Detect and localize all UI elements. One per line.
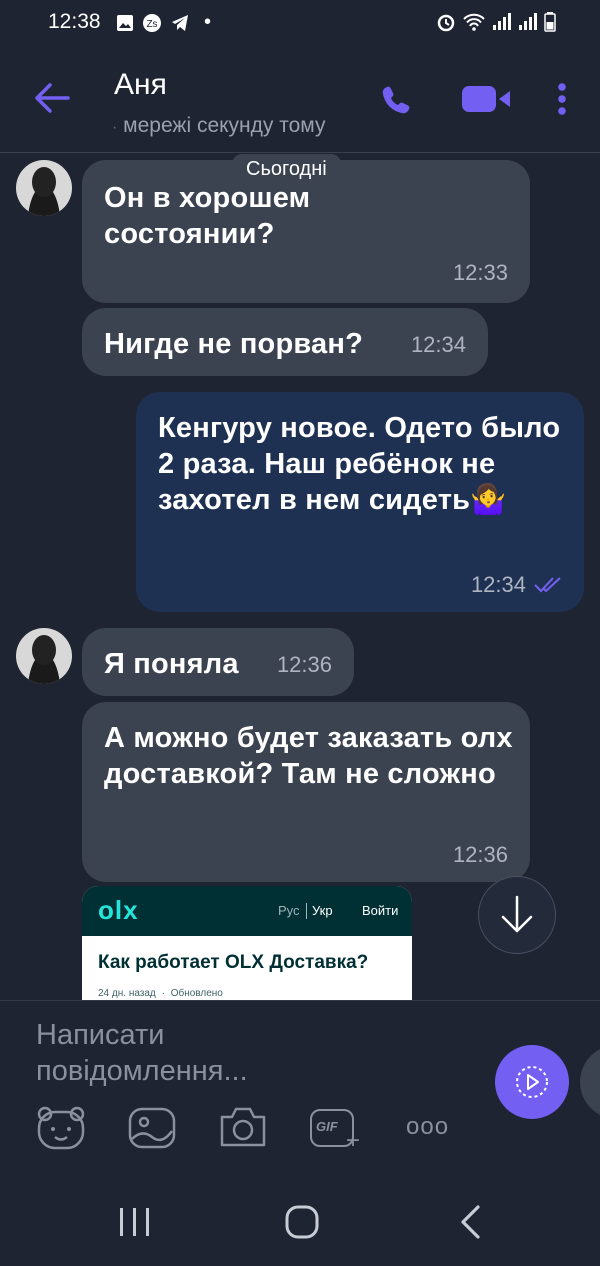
camera-icon[interactable]: [218, 1105, 268, 1149]
placeholder-line-2: повідомлення...: [36, 1055, 248, 1087]
meta-updated: Обновлено: [170, 988, 223, 999]
meta-date: 24 дн. назад: [98, 988, 156, 999]
message-text: Нигде не порван?: [104, 328, 363, 360]
status-text: мережі секунду тому: [123, 114, 326, 137]
login-link: Войти: [362, 903, 399, 918]
message-text: Кенгуру новое. Одето было 2 раза. Наш ре…: [158, 412, 561, 516]
send-voice-button[interactable]: [495, 1045, 569, 1119]
chat-header: Аня · мережі секунду тому: [0, 48, 600, 153]
meta-separator: ·: [161, 988, 165, 999]
sticker-bear-icon[interactable]: [36, 1105, 86, 1151]
placeholder-line-1: Написати: [36, 1019, 165, 1051]
status-time: 12:38: [48, 10, 101, 33]
contact-avatar[interactable]: [16, 628, 72, 684]
battery-icon: [544, 12, 556, 32]
scroll-to-bottom-button[interactable]: [478, 876, 556, 954]
lang-rus: Рус: [278, 903, 300, 918]
telegram-icon: [172, 14, 188, 31]
alarm-icon: [437, 14, 455, 32]
message-bubble-incoming[interactable]: Нигде не порван? 12:34: [82, 308, 488, 376]
message-text: Я поняла: [104, 648, 239, 680]
message-time: 12:34: [470, 572, 526, 597]
gif-label: GIF: [316, 1119, 338, 1134]
contact-last-seen: · мережі секунду тому: [112, 114, 325, 138]
lang-divider: [306, 903, 307, 919]
message-bubble-incoming[interactable]: А можно будет заказать олх доставкой? Та…: [82, 702, 530, 882]
signal-icon-2: [519, 13, 537, 30]
link-preview-meta: 24 дн. назад · Обновлено: [98, 988, 223, 999]
message-time: 12:33: [452, 260, 508, 285]
plus-icon: +: [346, 1127, 361, 1154]
gallery-icon[interactable]: [128, 1107, 176, 1149]
olx-site-header: olx Рус Укр Войти: [82, 886, 412, 936]
gallery-icon: [117, 14, 133, 31]
message-bubble-outgoing[interactable]: Кенгуру новое. Одето было 2 раза. Наш ре…: [136, 392, 584, 612]
lang-ukr: Укр: [312, 903, 333, 918]
play-circle-icon: [516, 1066, 548, 1098]
video-call-icon[interactable]: [462, 84, 512, 114]
message-bubble-incoming[interactable]: Я поняла 12:36: [82, 628, 354, 696]
date-separator: Сьогодні: [232, 154, 341, 185]
phone-icon[interactable]: [380, 84, 412, 116]
more-menu-icon[interactable]: [555, 82, 569, 116]
message-text: Он в хорошем состоянии?: [104, 182, 311, 250]
status-system-icons: [436, 12, 556, 32]
system-nav-bar: [0, 1170, 600, 1265]
secondary-action-button[interactable]: [580, 1045, 600, 1119]
home-icon[interactable]: [284, 1204, 320, 1240]
status-prefix: ·: [112, 119, 118, 136]
wifi-icon: [463, 13, 485, 31]
status-bar: 12:38 Zs •: [0, 0, 600, 48]
status-dot: •: [204, 11, 212, 33]
status-notification-icons: Zs •: [116, 11, 211, 34]
svg-text:Zs: Zs: [146, 19, 157, 30]
arrow-down-icon: [501, 895, 533, 933]
link-preview-card[interactable]: olx Рус Укр Войти Как работает OLX Доста…: [82, 886, 412, 1000]
message-input[interactable]: Написати повідомлення...: [36, 1017, 248, 1089]
message-time: 12:34: [410, 332, 466, 357]
read-checkmarks-icon: [534, 577, 561, 593]
message-text: А можно будет заказать олх доставкой? Та…: [104, 722, 513, 790]
back-nav-icon[interactable]: [458, 1204, 482, 1240]
message-time: 12:36: [276, 652, 332, 677]
contact-avatar[interactable]: [16, 160, 72, 216]
gif-button[interactable]: GIF +: [310, 1107, 366, 1154]
recent-apps-icon[interactable]: [118, 1206, 152, 1238]
message-time: 12:36: [452, 842, 508, 867]
contact-name[interactable]: Аня: [114, 68, 167, 102]
more-options-button[interactable]: ooo: [406, 1113, 449, 1141]
link-preview-title: Как работает OLX Доставка?: [98, 952, 369, 973]
signal-icon: [493, 13, 511, 30]
olx-logo: olx: [98, 895, 139, 925]
back-arrow-icon[interactable]: [34, 82, 70, 114]
app-badge-icon: Zs: [143, 13, 161, 32]
